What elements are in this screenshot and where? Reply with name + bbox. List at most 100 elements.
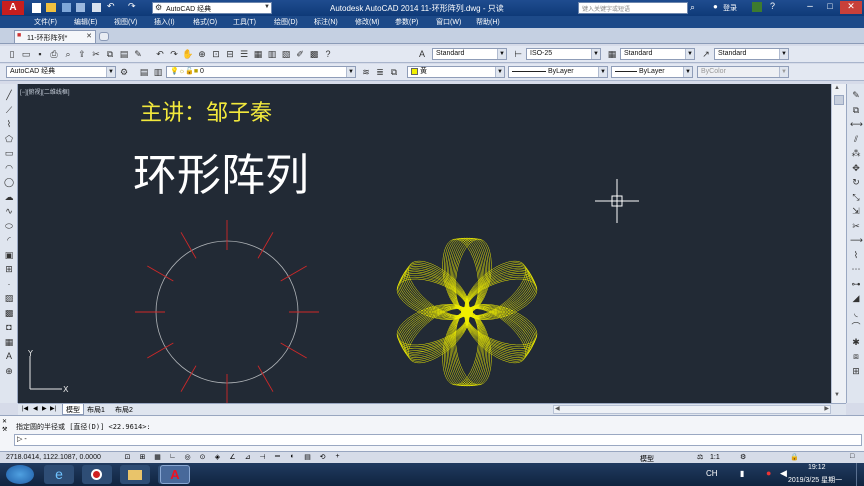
infer-constraints-icon[interactable]: ⊡ <box>122 453 133 462</box>
3d-object-snap-icon[interactable]: ◈ <box>212 453 223 462</box>
tab-prev-icon[interactable]: ◀ <box>33 405 38 412</box>
multiline-text-icon[interactable]: A <box>3 350 15 362</box>
save-icon[interactable]: ▪ <box>34 48 46 60</box>
dynamic-ucs-icon[interactable]: ⊿ <box>242 453 253 462</box>
scroll-thumb[interactable] <box>834 95 844 105</box>
wrench-icon[interactable]: ⚒ <box>2 426 7 433</box>
ellipse-icon[interactable]: ⬭ <box>3 220 15 232</box>
calculator-icon[interactable]: ▩ <box>308 48 320 60</box>
workspace-dropdown[interactable]: ⚙ AutoCAD 经典 ▼ <box>152 2 272 14</box>
lineweight-icon[interactable]: ═ <box>272 453 283 462</box>
undo-icon[interactable]: ↶ <box>107 1 115 12</box>
dim-style-dropdown[interactable]: ISO-25 ▼ <box>526 48 601 60</box>
hatch-icon[interactable]: ▨ <box>3 292 15 304</box>
plotstyle-dropdown[interactable]: ByColor ▼ <box>697 66 789 78</box>
zoom-window-icon[interactable]: ⊡ <box>210 48 222 60</box>
autocad-logo-icon[interactable]: A <box>2 1 24 15</box>
close-icon[interactable]: ✕ <box>86 32 92 40</box>
taskbar-autocad-icon[interactable]: A <box>160 465 190 484</box>
help-icon[interactable]: ? <box>322 48 334 60</box>
design-center-icon[interactable]: ▦ <box>252 48 264 60</box>
menu-item-7[interactable]: 标注(N) <box>314 17 338 27</box>
start-button[interactable] <box>6 465 34 484</box>
tab-layout2[interactable]: 布局2 <box>112 404 140 415</box>
doc-tab[interactable]: ■ 11-环形阵列* ✕ <box>14 30 96 43</box>
linetype-dropdown[interactable]: ByLayer ▼ <box>508 66 608 78</box>
fillet-icon[interactable]: ◟ <box>850 307 862 319</box>
break-icon[interactable]: ⋯ <box>850 263 862 275</box>
login-label[interactable]: 登录 <box>723 3 737 13</box>
preview-icon[interactable]: ⌕ <box>62 48 74 60</box>
pan-icon[interactable]: ✋ <box>182 48 194 60</box>
revision-cloud-icon[interactable]: ☁ <box>3 191 15 203</box>
transparency-icon[interactable]: ◐ <box>287 453 298 462</box>
menu-item-5[interactable]: 工具(T) <box>233 17 256 27</box>
drawing-canvas[interactable]: [−][俯视][二维线框] 主讲：邹子秦 环形阵列 Y X <box>18 84 831 403</box>
erase-icon[interactable]: ✎ <box>850 89 862 101</box>
new-icon[interactable]: ▯ <box>6 48 18 60</box>
tab-last-icon[interactable]: ▶| <box>50 405 56 412</box>
menu-item-11[interactable]: 帮助(H) <box>476 17 500 27</box>
paste-icon[interactable]: ▤ <box>118 48 130 60</box>
help-icon[interactable]: ? <box>770 1 775 11</box>
make-block-icon[interactable]: ⊞ <box>3 263 15 275</box>
table-style-dropdown[interactable]: Standard ▼ <box>620 48 695 60</box>
stretch-icon[interactable]: ⇲ <box>850 205 862 217</box>
menu-item-6[interactable]: 绘图(D) <box>274 17 298 27</box>
menu-item-10[interactable]: 窗口(W) <box>436 17 461 27</box>
array-icon[interactable]: ⁂ <box>850 147 862 159</box>
taskbar-ie-icon[interactable]: e <box>44 465 74 484</box>
close-button[interactable]: ✕ <box>840 1 862 14</box>
gear-icon[interactable]: ⚙ <box>118 66 130 78</box>
chamfer-icon[interactable]: ◢ <box>850 292 862 304</box>
line-icon[interactable]: ╱ <box>3 89 15 101</box>
point-icon[interactable]: · <box>3 278 15 290</box>
command-input[interactable]: ▷ - <box>14 434 862 446</box>
taskbar-explorer-icon[interactable] <box>120 465 150 484</box>
menu-item-8[interactable]: 修改(M) <box>355 17 380 27</box>
quick-open-icon[interactable] <box>46 3 56 12</box>
clock-date[interactable]: 2019/3/25 星期一 <box>788 475 842 485</box>
sheet-set-icon[interactable]: ▧ <box>280 48 292 60</box>
undo-icon[interactable]: ↶ <box>154 48 166 60</box>
redo-icon[interactable]: ↷ <box>168 48 180 60</box>
ellipse-arc-icon[interactable]: ◜ <box>3 234 15 246</box>
spline-icon[interactable]: ∿ <box>3 205 15 217</box>
layer-properties-icon[interactable]: ▤ <box>138 66 150 78</box>
vertical-scrollbar[interactable]: ▲ ▼ <box>831 84 846 403</box>
quick-save-icon[interactable] <box>62 3 71 12</box>
table-style-icon[interactable]: ▦ <box>606 48 618 60</box>
trim-icon[interactable]: ✂ <box>850 220 862 232</box>
draw-order-icon[interactable]: ⧈ <box>850 350 862 362</box>
mirror-icon[interactable]: ⟷ <box>850 118 863 130</box>
copy-icon[interactable]: ⧉ <box>104 48 116 60</box>
mleader-style-dropdown[interactable]: Standard ▼ <box>714 48 789 60</box>
rotate-icon[interactable]: ↻ <box>850 176 862 188</box>
polar-tracking-icon[interactable]: ◎ <box>182 453 193 462</box>
scale-icon[interactable]: ⤡ <box>850 191 862 203</box>
maximize-button[interactable]: □ <box>820 1 840 14</box>
close-icon[interactable]: ✕ <box>2 418 7 425</box>
tray-record-icon[interactable]: ● <box>766 468 771 478</box>
quick-saveas-icon[interactable] <box>76 3 85 12</box>
polygon-icon[interactable]: ⬠ <box>3 133 15 145</box>
redo-icon[interactable]: ↷ <box>128 1 136 12</box>
snap-mode-icon[interactable]: ⊞ <box>137 453 148 462</box>
color-dropdown[interactable]: 黄 ▼ <box>407 66 505 78</box>
exchange-icon[interactable] <box>752 2 762 12</box>
text-style-icon[interactable]: A <box>416 48 428 60</box>
zoom-previous-icon[interactable]: ⊟ <box>224 48 236 60</box>
matchprop-icon[interactable]: ✎ <box>132 48 144 60</box>
offset-icon[interactable]: ⫽ <box>850 133 862 145</box>
group-icon[interactable]: ⊞ <box>850 365 862 377</box>
dynamic-input-icon[interactable]: ⊣ <box>257 453 268 462</box>
gradient-icon[interactable]: ▩ <box>3 307 15 319</box>
menu-item-9[interactable]: 参数(P) <box>395 17 418 27</box>
join-icon[interactable]: ⊶ <box>850 278 862 290</box>
tab-model[interactable]: 模型 <box>62 404 84 415</box>
workspace-switch-icon[interactable]: ⚙ <box>740 453 746 461</box>
add-selected-icon[interactable]: ⊕ <box>3 365 15 377</box>
selection-cycling-icon[interactable]: ⟲ <box>317 453 328 462</box>
show-desktop-button[interactable] <box>856 463 864 486</box>
user-icon[interactable]: ● <box>713 2 718 11</box>
